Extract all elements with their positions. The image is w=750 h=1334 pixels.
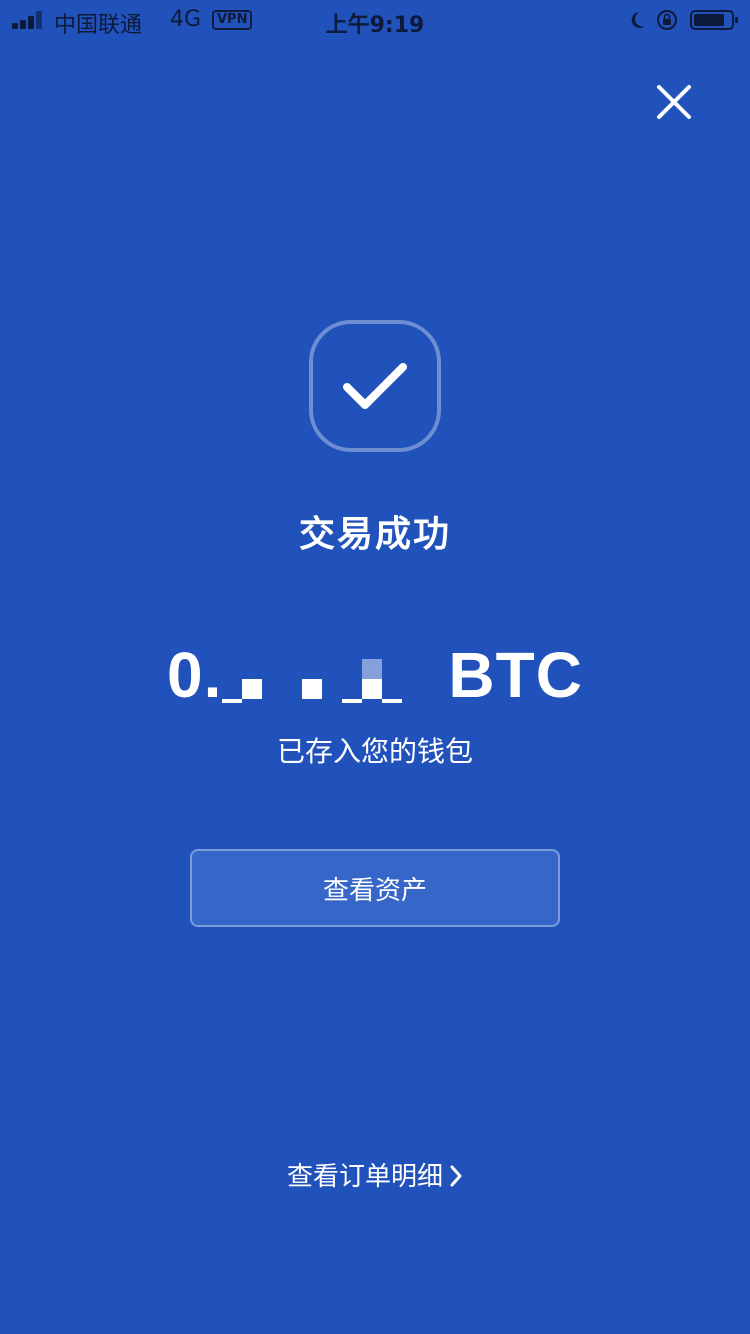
close-button[interactable] xyxy=(652,80,696,124)
chevron-right-icon xyxy=(450,1165,462,1187)
status-bar: 中国联通 4G VPN 上午9:19 xyxy=(0,0,750,40)
moon-icon xyxy=(631,11,645,28)
view-assets-label: 查看资产 xyxy=(322,875,427,906)
view-order-details-link[interactable]: 查看订单明细 xyxy=(0,1156,750,1193)
success-status-icon xyxy=(309,320,441,452)
battery-icon xyxy=(690,10,738,30)
close-icon xyxy=(657,85,691,119)
amount-unit: BTC xyxy=(448,639,583,711)
masked-amount-digits xyxy=(222,639,449,703)
amount-display: 0. BTC xyxy=(0,638,750,712)
view-order-details-label: 查看订单明细 xyxy=(286,1162,443,1192)
rotation-lock-icon xyxy=(657,10,677,30)
deposit-message: 已存入您的钱包 xyxy=(276,735,473,768)
view-assets-button[interactable]: 查看资产 xyxy=(190,849,560,927)
check-icon xyxy=(343,363,407,409)
transaction-status-title: 交易成功 xyxy=(298,514,451,555)
amount-prefix: 0. xyxy=(167,639,223,711)
